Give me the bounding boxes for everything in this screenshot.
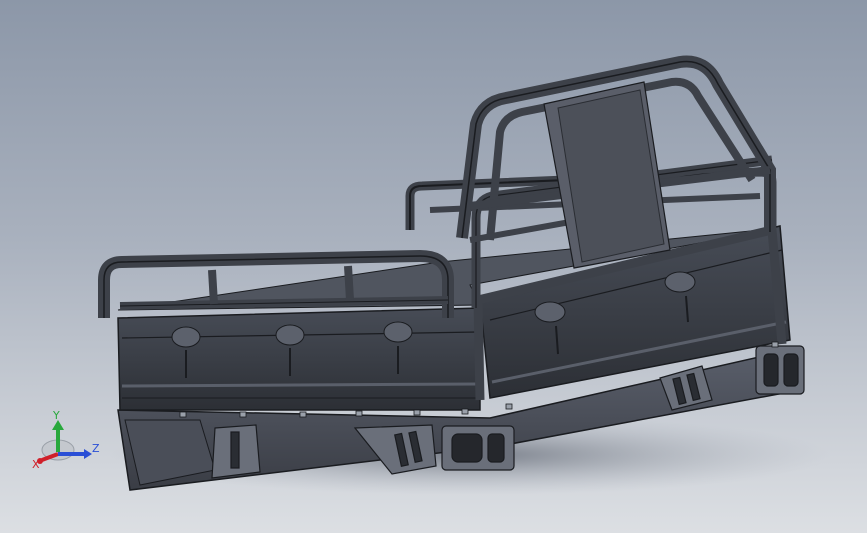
y-axis-label: Y — [52, 409, 60, 422]
tow-hitch-left[interactable] — [441, 425, 515, 471]
3d-model-view[interactable] — [0, 0, 867, 533]
near-side-panel[interactable] — [117, 307, 481, 411]
z-axis-label: Z — [92, 442, 100, 455]
orientation-triad[interactable]: X Y Z — [28, 408, 108, 478]
graphics-viewport[interactable]: X Y Z — [0, 0, 867, 533]
x-axis-label: X — [32, 458, 40, 471]
tow-hitch-right[interactable] — [755, 345, 805, 395]
mounting-bracket-1[interactable] — [211, 424, 261, 479]
